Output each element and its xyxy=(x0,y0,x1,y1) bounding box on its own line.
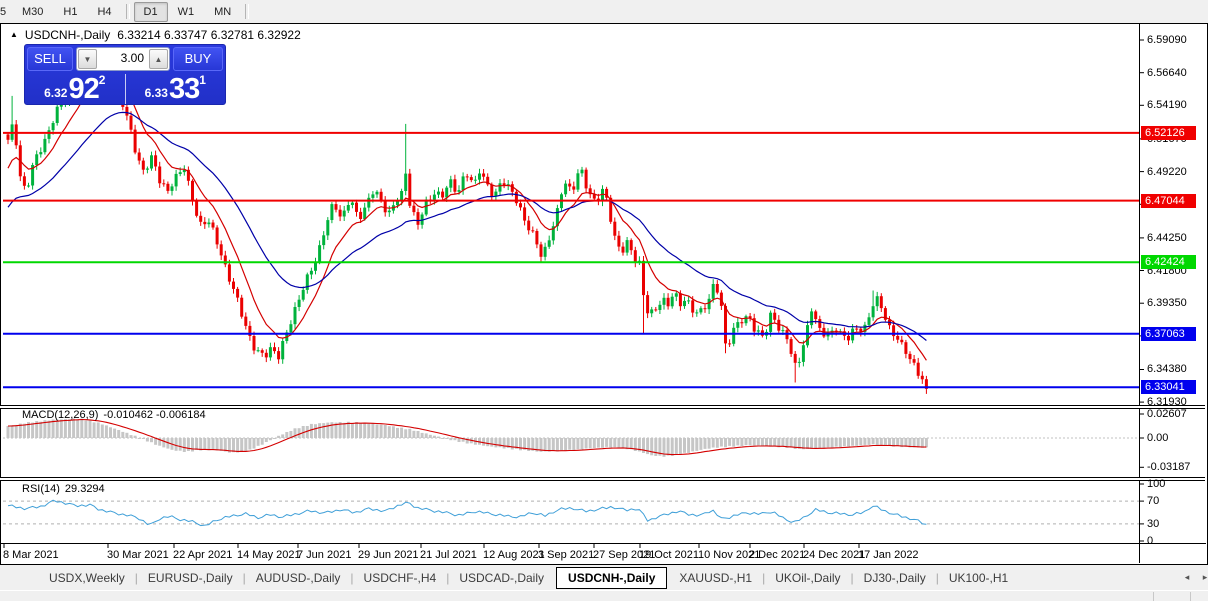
tab-usdcnh-daily[interactable]: USDCNH-,Daily xyxy=(556,566,668,589)
tab-usdchf-h4[interactable]: USDCHF-,H4 xyxy=(355,568,446,588)
volume-decrease-button[interactable]: ▼ xyxy=(78,49,97,69)
price-axis-border xyxy=(1139,24,1140,563)
toolbar-separator xyxy=(245,4,250,19)
sell-price-display[interactable]: 6.32 92 2 xyxy=(25,72,125,106)
tab-xauusd-h1[interactable]: XAUUSD-,H1 xyxy=(670,568,761,588)
sell-price-pip-digit: 2 xyxy=(98,73,106,87)
sell-price-big-digits: 92 xyxy=(68,73,99,105)
chart-header: ▲ USDCNH-,Daily 6.33214 6.33747 6.32781 … xyxy=(10,28,301,42)
timeframe-toolbar: 5 M30 H1 H4 D1 W1 MN xyxy=(0,0,1208,23)
timeframe-button-mn[interactable]: MN xyxy=(204,2,241,22)
timeframe-button-w1[interactable]: W1 xyxy=(168,2,205,22)
buy-price-display[interactable]: 6.33 33 1 xyxy=(126,72,226,106)
collapse-chart-icon[interactable]: ▲ xyxy=(10,31,18,39)
timeframe-button-m30[interactable]: M30 xyxy=(12,2,53,22)
tab-usdx-weekly[interactable]: USDX,Weekly xyxy=(40,568,134,588)
chart-tab-list: USDX,Weekly | EURUSD-,Daily | AUDUSD-,Daily |… xyxy=(0,565,1017,590)
buy-price-pip-digit: 1 xyxy=(199,73,206,87)
tab-dj30-daily[interactable]: DJ30-,Daily xyxy=(855,568,935,588)
chart-tab-bar: USDX,Weekly | EURUSD-,Daily | AUDUSD-,Daily |… xyxy=(0,565,1208,590)
timeframe-button-d1[interactable]: D1 xyxy=(133,1,168,22)
buy-button[interactable]: BUY xyxy=(173,47,223,71)
rsi-name: RSI(14) xyxy=(22,483,60,495)
chart-ohlc-values: 6.33214 6.33747 6.32781 6.32922 xyxy=(117,28,301,42)
one-click-trading-panel: SELL ▼ 3.00 ▲ BUY 6.32 92 2 6.33 33 1 xyxy=(24,44,226,105)
timeframe-button-5[interactable]: 5 xyxy=(0,2,12,22)
buy-price-big-digits: 33 xyxy=(168,73,200,105)
bottom-scrollbar-track xyxy=(0,590,1208,601)
macd-values: -0.010462 -0.006184 xyxy=(103,409,206,421)
tab-scroll-right-icon[interactable]: ▸ xyxy=(1198,569,1208,585)
timeframe-button-h1[interactable]: H1 xyxy=(53,2,87,22)
sell-button[interactable]: SELL xyxy=(27,47,73,71)
sell-price-prefix: 6.32 xyxy=(44,86,68,100)
timeframe-button-h4[interactable]: H4 xyxy=(87,2,121,22)
volume-stepper: ▼ 3.00 ▲ xyxy=(76,47,170,71)
tab-usdcad-daily[interactable]: USDCAD-,Daily xyxy=(450,568,553,588)
toolbar-separator xyxy=(125,4,130,19)
tab-ukoil-daily[interactable]: UKOil-,Daily xyxy=(766,568,849,588)
tab-uk100-h1[interactable]: UK100-,H1 xyxy=(940,568,1017,588)
rsi-indicator-label: RSI(14) 29.3294 xyxy=(22,483,105,495)
macd-name: MACD(12,26,9) xyxy=(22,409,99,421)
volume-input[interactable]: 3.00 xyxy=(97,49,149,69)
volume-increase-button[interactable]: ▲ xyxy=(149,49,168,69)
rsi-value: 29.3294 xyxy=(64,483,105,495)
chart-symbol-title: USDCNH-,Daily xyxy=(24,28,111,42)
tab-audusd-daily[interactable]: AUDUSD-,Daily xyxy=(247,568,350,588)
tab-eurusd-daily[interactable]: EURUSD-,Daily xyxy=(139,568,242,588)
rsi-bottom-border xyxy=(1,543,1206,544)
macd-rsi-separator[interactable] xyxy=(0,477,1205,481)
buy-price-prefix: 6.33 xyxy=(144,86,168,100)
tab-scroll-left-icon[interactable]: ◂ xyxy=(1180,569,1194,585)
triangle-up-icon: ▲ xyxy=(154,54,163,64)
macd-indicator-label: MACD(12,26,9) -0.010462 -0.006184 xyxy=(22,409,206,421)
triangle-down-icon: ▼ xyxy=(83,54,92,64)
